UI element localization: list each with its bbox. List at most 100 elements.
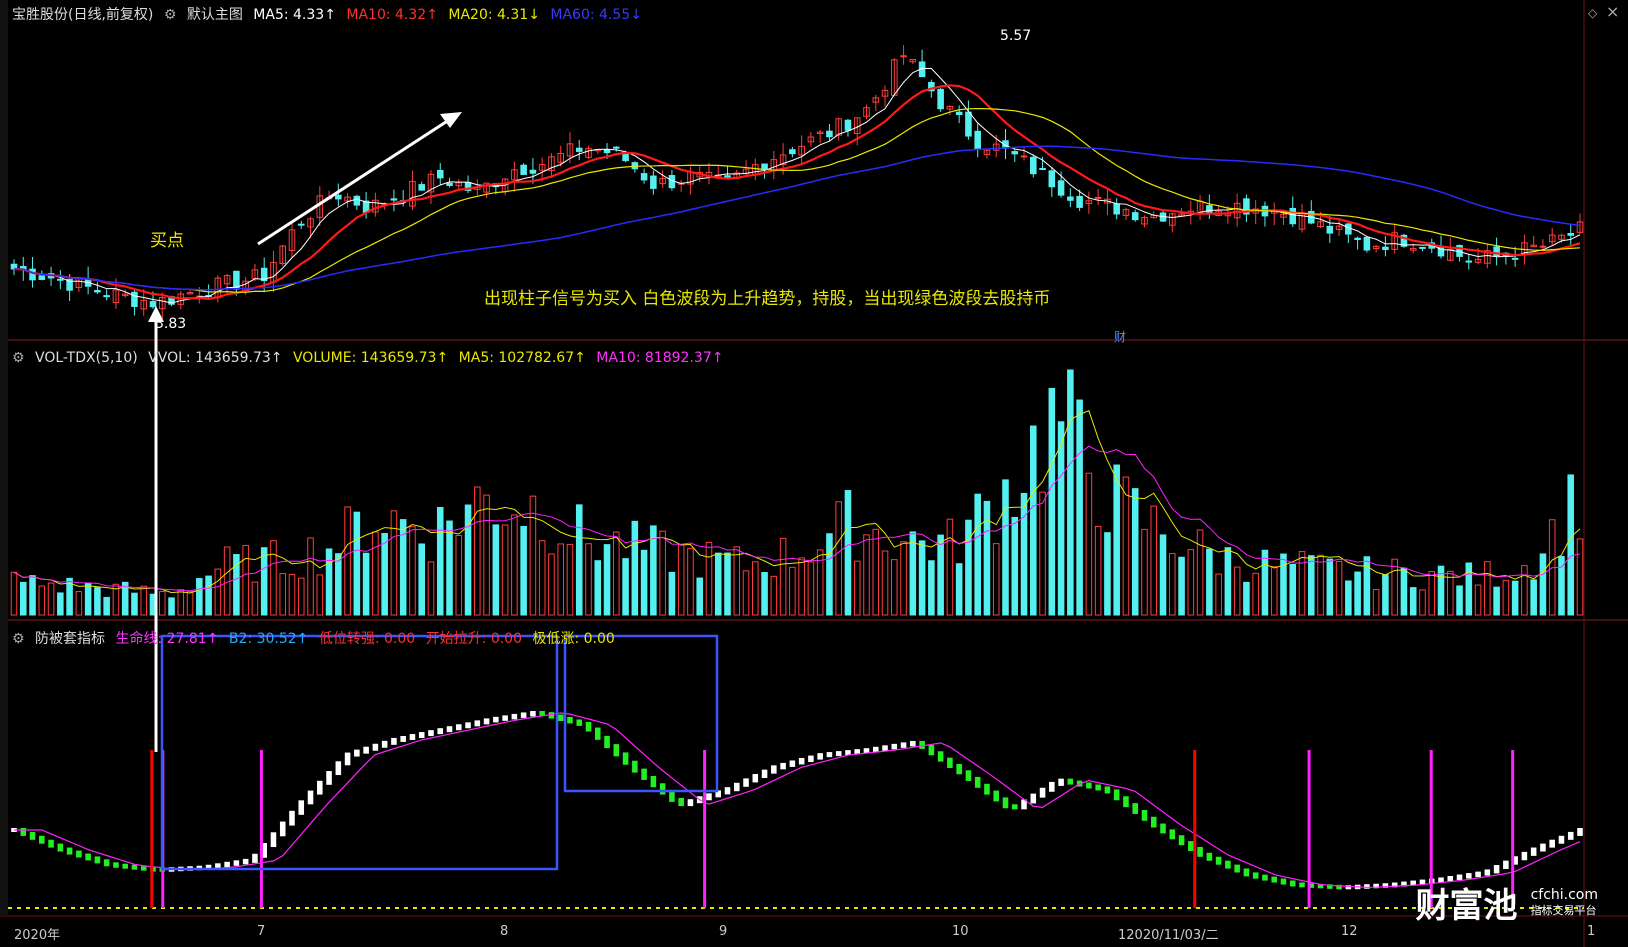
indicator-bar (613, 744, 620, 757)
volume-bar (1076, 399, 1083, 616)
ind-header: ⚙ 防被套指标 生命线: 27.81↑ B2: 30.52↑ 低位转强: 0.0… (12, 628, 621, 648)
indicator-bar (993, 790, 1000, 802)
indicator-bar (1234, 864, 1240, 873)
volume-bar (548, 553, 555, 616)
indicator-bar (242, 858, 249, 865)
gear-icon[interactable]: ⚙ (164, 7, 177, 23)
candle-body (761, 163, 768, 170)
candle-body (575, 147, 583, 152)
volume-bar (492, 524, 500, 616)
volume-bar (270, 540, 277, 616)
chart-canvas (0, 0, 1628, 947)
volume-bar (1243, 581, 1250, 616)
indicator-bar (1299, 882, 1305, 888)
volume-bar (613, 531, 620, 616)
ind-title[interactable]: 防被套指标 (35, 631, 105, 647)
indicator-bar (446, 726, 453, 733)
volume-bar (1382, 574, 1389, 616)
volume-bar (937, 534, 944, 616)
diamond-icon[interactable]: ◇ (1588, 6, 1597, 20)
indicator-bar (1475, 871, 1481, 878)
volume-bar (1289, 563, 1297, 616)
ma20-value: MA20: 4.31↓ (448, 7, 540, 23)
volume-bar (1484, 561, 1491, 616)
volume-bar (872, 528, 880, 616)
candle-body (436, 169, 444, 179)
candle-body (724, 175, 731, 178)
candle-body (1048, 170, 1056, 188)
volume-bar (446, 520, 453, 616)
volume-bar (677, 544, 685, 616)
volume-bar (1317, 554, 1324, 616)
candle-body (1094, 196, 1102, 199)
gear-icon[interactable]: ⚙ (12, 631, 25, 647)
volume-bar (1391, 558, 1398, 616)
volume-bar (1307, 555, 1315, 616)
candle-body (353, 195, 361, 206)
indicator-bar (1160, 823, 1166, 834)
candle-body (131, 291, 138, 307)
watermark-site: cfchi.com (1530, 886, 1598, 903)
indicator-bar (1002, 797, 1009, 809)
candle-body (1511, 257, 1519, 260)
buy-point-label: 买点 (150, 231, 184, 251)
main-chart-name[interactable]: 默认主图 (187, 7, 243, 23)
candle-body (103, 295, 110, 298)
volume-bar (807, 561, 815, 616)
volume-bar (260, 547, 268, 616)
indicator-bar (224, 861, 230, 868)
volume-bar (974, 493, 981, 616)
volume-bar (1048, 387, 1056, 616)
indicator-bar (882, 745, 888, 751)
strategy-note: 出现柱子信号为买入 白色波段为上升趋势，持股，当出现绿色波段去股持币 (484, 289, 1051, 309)
indicator-bar (1530, 847, 1537, 856)
indicator-bar (474, 720, 481, 727)
volume-bar (381, 532, 388, 616)
volume-bar (84, 582, 92, 616)
vol-title[interactable]: VOL-TDX(5,10) (35, 350, 138, 366)
volume-bar (436, 507, 444, 616)
volume-bar (1465, 562, 1473, 616)
stock-title[interactable]: 宝胜股份(日线,前复权) (12, 7, 153, 23)
volume-bar (853, 560, 861, 616)
candle-body (149, 301, 157, 308)
indicator-bar (928, 744, 935, 756)
volume-bar (372, 531, 379, 616)
left-sidebar[interactable] (0, 0, 8, 916)
indicator-bar (891, 743, 898, 750)
indicator-bar (604, 735, 610, 749)
indicator-bar (94, 856, 101, 864)
gear-icon[interactable]: ⚙ (12, 350, 25, 366)
indicator-bar (743, 778, 749, 787)
volume-bar (279, 573, 287, 616)
indicator-bar (956, 763, 962, 775)
candle-body (965, 111, 972, 137)
indicator-bar (984, 783, 990, 795)
indicator-bar (400, 735, 406, 742)
volume-bar (307, 537, 314, 616)
indicator-bar (733, 782, 740, 792)
indicator-bar (113, 862, 119, 868)
indicator-bar (1271, 876, 1277, 883)
high-price-label: 5.57 (1000, 28, 1032, 44)
volume-bar (770, 575, 778, 616)
indicator-bar (1188, 841, 1194, 851)
volume-bar (353, 511, 361, 616)
indicator-bar (76, 850, 82, 858)
volume-bar (19, 581, 27, 616)
candle-body (1131, 212, 1139, 221)
close-icon[interactable]: × (1606, 2, 1619, 21)
candle-body (1326, 225, 1334, 234)
volume-bar (1252, 572, 1259, 616)
volume-bar (1326, 558, 1334, 616)
indicator-bar (1132, 803, 1138, 814)
indicator-bar (1095, 784, 1101, 791)
indicator-bar (1540, 843, 1546, 852)
volume-bar (668, 571, 676, 616)
volume-bar (761, 572, 768, 616)
indicator-bar (1197, 846, 1203, 857)
extreme-low-value: 极低涨: 0.00 (532, 631, 615, 647)
volume-bar (1372, 589, 1380, 616)
ma10-line (13, 84, 1581, 300)
finance-marker[interactable]: 财 (1114, 328, 1126, 345)
